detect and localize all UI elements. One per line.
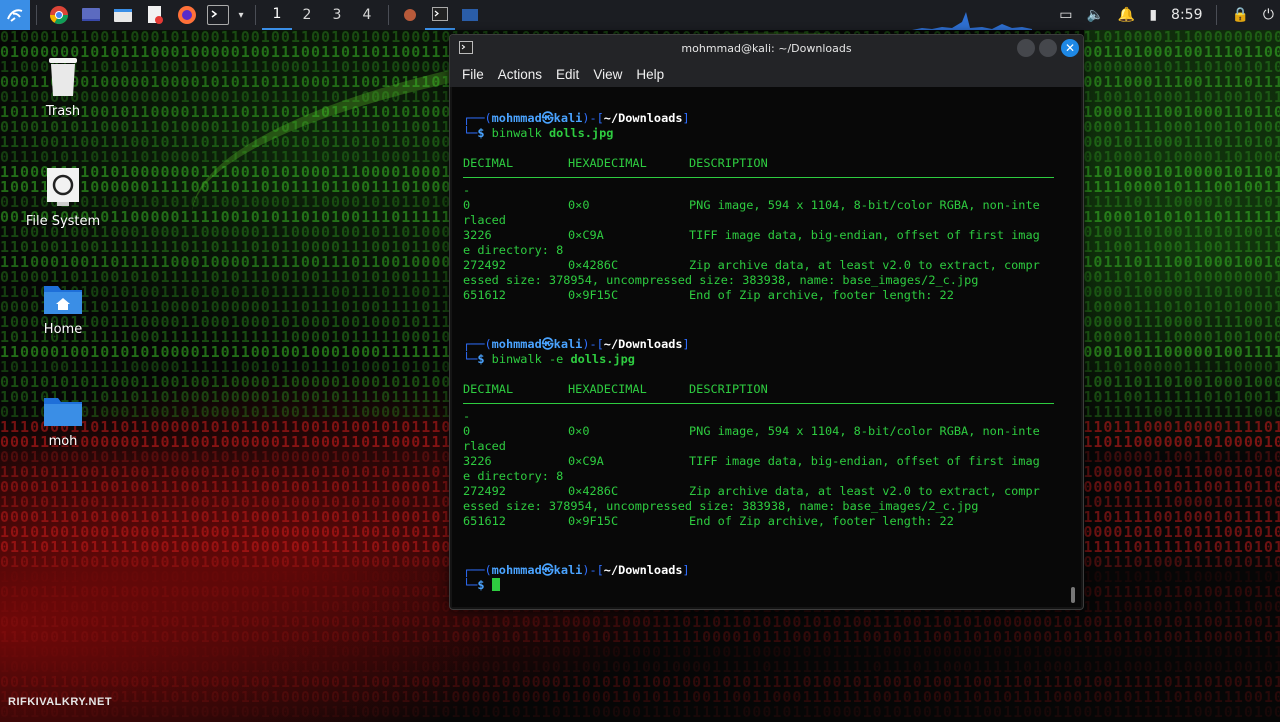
trash-icon — [49, 58, 77, 96]
wallpaper-glow — [1084, 30, 1280, 380]
desktop-icon-label: Trash — [45, 104, 81, 119]
workspace-1[interactable]: 1 — [262, 0, 292, 30]
header-rule — [463, 403, 1054, 404]
taskbar-separator — [255, 5, 256, 25]
table-row-wrap: rlaced — [463, 213, 506, 227]
firefox-icon — [178, 6, 196, 24]
chrome-launcher[interactable] — [47, 0, 71, 30]
menu-actions[interactable]: Actions — [498, 67, 542, 82]
command-line: └─$ binwalk dolls.jpg — [463, 126, 614, 140]
lock-icon[interactable]: 🔒 — [1231, 7, 1248, 23]
task-terminal[interactable] — [425, 0, 455, 30]
folder-icon — [44, 398, 82, 426]
terminal-menubar: File Actions Edit View Help — [450, 61, 1083, 87]
battery-icon[interactable]: ▮ — [1149, 7, 1157, 23]
menu-file[interactable]: File — [462, 67, 484, 82]
taskbar-separator — [388, 5, 389, 25]
dash-line: - — [463, 183, 471, 197]
table-row-wrap: essed size: 378954, uncompressed size: 3… — [463, 273, 979, 287]
workspace-3[interactable]: 3 — [322, 0, 352, 30]
terminal-dropdown-button[interactable]: ▾ — [233, 0, 249, 30]
terminal-window: mohmmad@kali: ~/Downloads ✕ File Actions… — [449, 34, 1084, 610]
menu-edit[interactable]: Edit — [556, 67, 579, 82]
menu-help[interactable]: Help — [636, 67, 664, 82]
watermark: RIFKIVALKRY.NET — [8, 696, 113, 708]
logout-icon[interactable]: ⏻ — [1263, 7, 1274, 23]
task-firefox[interactable] — [395, 0, 425, 30]
table-row-wrap: e directory: 8 — [463, 243, 564, 257]
chrome-icon — [50, 6, 68, 25]
prompt-line: ┌──(mohmmad㉿kali)-[~/Downloads] — [463, 111, 690, 125]
terminal-icon — [211, 10, 218, 18]
tray-separator — [1216, 5, 1218, 25]
dash-line: - — [463, 409, 471, 423]
network-icon[interactable]: ▭ — [1059, 7, 1072, 23]
window-icon — [462, 9, 478, 21]
command-line: └─$ binwalk -e dolls.jpg — [463, 352, 635, 366]
table-row-wrap: rlaced — [463, 439, 506, 453]
text-editor-icon — [148, 6, 163, 24]
text-editor-launcher[interactable] — [143, 0, 167, 30]
workspace-4[interactable]: 4 — [352, 0, 382, 30]
table-row-wrap: essed size: 378954, uncompressed size: 3… — [463, 499, 979, 513]
drive-icon — [47, 168, 79, 206]
prompt-line: ┌──(mohmmad㉿kali)-[~/Downloads] — [463, 337, 690, 351]
clock[interactable]: 8:59 — [1171, 7, 1202, 23]
menu-view[interactable]: View — [593, 67, 622, 82]
chevron-down-icon: ▾ — [238, 9, 244, 21]
minimize-button[interactable] — [1017, 39, 1035, 57]
show-desktop-launcher[interactable] — [79, 0, 103, 30]
desktop-icon-moh[interactable]: moh — [8, 392, 118, 449]
window-title: mohmmad@kali: ~/Downloads — [681, 41, 852, 55]
header-rule — [463, 177, 1054, 178]
close-button[interactable]: ✕ — [1061, 39, 1079, 57]
task-window[interactable] — [455, 0, 485, 30]
maximize-button[interactable] — [1039, 39, 1057, 57]
desktop-icon-label: File System — [25, 214, 101, 229]
command-input-line[interactable]: └─$ — [463, 578, 500, 593]
window-titlebar[interactable]: mohmmad@kali: ~/Downloads ✕ — [450, 35, 1083, 61]
file-manager-launcher[interactable] — [111, 0, 135, 30]
close-icon: ✕ — [1064, 41, 1076, 55]
scrollbar[interactable] — [1071, 587, 1075, 603]
firefox-icon — [404, 9, 416, 21]
kali-menu-icon — [7, 9, 23, 22]
prompt-line: ┌──(mohmmad㉿kali)-[~/Downloads] — [463, 563, 690, 577]
desktop-icon-trash[interactable]: Trash — [8, 54, 118, 119]
desktop-icon-label: Home — [43, 322, 83, 337]
notification-bell-icon[interactable]: 🔔 — [1118, 7, 1135, 23]
firefox-launcher[interactable] — [175, 0, 199, 30]
file-manager-icon — [114, 9, 132, 22]
binary-rain-row: 0111001110001011011000010010010011110000… — [0, 703, 1280, 721]
system-tray: ▭ 🔈 🔔 ▮ 8:59 🔒 ⏻ — [1059, 0, 1274, 30]
desktop-icon-label: moh — [48, 434, 78, 449]
desktop-icon — [82, 8, 100, 21]
terminal-output[interactable]: ┌──(mohmmad㉿kali)-[~/Downloads] └─$ binw… — [452, 87, 1081, 607]
workspace-2[interactable]: 2 — [292, 0, 322, 30]
terminal-launcher[interactable] — [207, 5, 229, 25]
terminal-icon — [432, 7, 448, 21]
volume-icon[interactable]: 🔈 — [1086, 7, 1103, 23]
cpu-graph — [912, 12, 1032, 30]
taskbar: ▾ 1 2 3 4 ▭ 🔈 🔔 ▮ 8:59 🔒 ⏻ — [0, 0, 1280, 30]
desktop-icon-file-system[interactable]: File System — [8, 166, 118, 229]
home-folder-icon — [44, 286, 82, 314]
taskbar-separator — [36, 5, 37, 25]
kali-menu-button[interactable] — [0, 0, 30, 30]
table-row-wrap: e directory: 8 — [463, 469, 564, 483]
text-cursor — [491, 578, 500, 591]
desktop-icon-home[interactable]: Home — [8, 280, 118, 337]
